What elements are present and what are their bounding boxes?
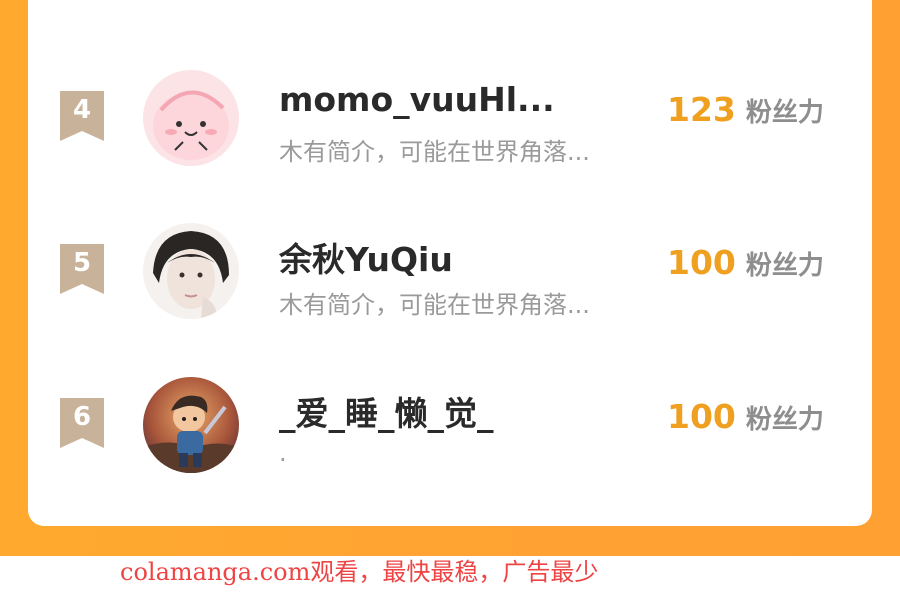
fan-power-score: 100 粉丝力	[667, 397, 824, 436]
user-name[interactable]: 余秋YuQiu	[279, 233, 453, 281]
user-name[interactable]: _爱_睡_懒_觉_	[279, 387, 494, 435]
user-name[interactable]: momo_vuuHl...	[279, 80, 555, 119]
rank-badge: 6	[60, 398, 104, 448]
leaderboard-row[interactable]: 5 余秋YuQiu 木有简介，可能在世界角落... 100 粉丝力	[28, 211, 872, 331]
rank-number: 5	[72, 248, 92, 278]
pink-cartoon-avatar-icon	[143, 70, 239, 166]
score-value: 123	[667, 90, 736, 129]
rank-number: 6	[72, 402, 92, 432]
leaderboard-row[interactable]: 6 _爱_睡_懒_觉_ . 100 粉丝力	[28, 365, 872, 485]
ranking-card: 4 momo_vuuHl... 木有简介，可能在世界角落... 123 粉丝力	[28, 0, 872, 526]
fan-power-score: 123 粉丝力	[667, 90, 824, 129]
watermark-text: colamanga.com观看，最快最稳，广告最少	[120, 558, 599, 586]
user-bio: 木有简介，可能在世界角落...	[279, 138, 590, 166]
score-unit: 粉丝力	[745, 251, 824, 281]
user-bio: .	[279, 439, 287, 467]
score-value: 100	[667, 397, 736, 436]
user-bio: 木有简介，可能在世界角落...	[279, 291, 590, 319]
user-avatar[interactable]	[143, 223, 239, 319]
fan-power-score: 100 粉丝力	[667, 243, 824, 282]
rank-number: 4	[72, 95, 92, 125]
user-avatar[interactable]	[143, 377, 239, 473]
game-character-avatar-icon	[143, 377, 239, 473]
person-photo-avatar-icon	[143, 223, 239, 319]
score-value: 100	[667, 243, 736, 282]
user-avatar[interactable]	[143, 70, 239, 166]
score-unit: 粉丝力	[745, 98, 824, 128]
rank-badge: 4	[60, 91, 104, 141]
leaderboard-row[interactable]: 4 momo_vuuHl... 木有简介，可能在世界角落... 123 粉丝力	[28, 58, 872, 178]
score-unit: 粉丝力	[745, 405, 824, 435]
rank-badge: 5	[60, 244, 104, 294]
